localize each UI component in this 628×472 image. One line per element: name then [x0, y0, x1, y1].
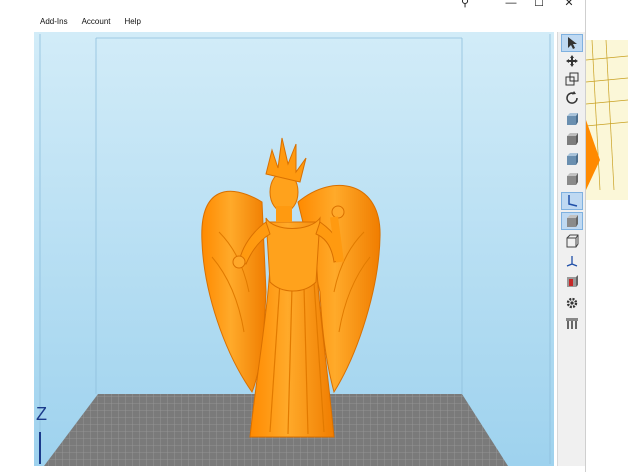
- rotate-tool[interactable]: [561, 89, 583, 107]
- statue-neck: [276, 206, 292, 222]
- cube-back-icon: [565, 132, 579, 146]
- cube-solid-icon: [565, 214, 579, 228]
- cube-front-icon: [565, 112, 579, 126]
- background-window-peek: [586, 40, 628, 200]
- scene-svg: Z: [34, 32, 554, 466]
- view-right-tool[interactable]: [561, 170, 583, 188]
- view-iso-tool[interactable]: [561, 192, 583, 210]
- z-axis-label: Z: [36, 404, 47, 424]
- window-border: [585, 0, 586, 472]
- select-tool[interactable]: [561, 34, 583, 52]
- 3d-viewport[interactable]: Z: [34, 32, 554, 466]
- axis-iso-icon: [565, 194, 579, 208]
- view-front-tool[interactable]: [561, 110, 583, 128]
- cube-left-icon: [565, 152, 579, 166]
- cube-wireframe-icon: [565, 234, 579, 248]
- title-bar: ⚲ — ☐ ✕: [0, 0, 588, 10]
- rotate-icon: [565, 91, 579, 105]
- axis-tool[interactable]: [561, 252, 583, 270]
- settings-tool[interactable]: [561, 294, 583, 312]
- axis-icon: [565, 254, 579, 268]
- scale-tool[interactable]: [561, 70, 583, 88]
- view-solid-tool[interactable]: [561, 212, 583, 230]
- supports-icon: [565, 316, 579, 330]
- scale-icon: [565, 72, 579, 86]
- maximize-button[interactable]: ☐: [524, 0, 554, 10]
- menu-account[interactable]: Account: [80, 15, 113, 28]
- supports-tool[interactable]: [561, 314, 583, 332]
- arrow-pointer-icon: [565, 36, 579, 50]
- statue-left-hand: [232, 255, 246, 269]
- close-button[interactable]: ✕: [554, 0, 584, 10]
- section-cube-icon: [565, 274, 579, 288]
- view-toolbar: [557, 32, 586, 466]
- move-tool[interactable]: [561, 52, 583, 70]
- pin-icon[interactable]: ⚲: [450, 0, 480, 10]
- section-tool[interactable]: [561, 272, 583, 290]
- menu-help[interactable]: Help: [122, 15, 142, 28]
- view-back-tool[interactable]: [561, 130, 583, 148]
- view-left-tool[interactable]: [561, 150, 583, 168]
- menu-bar: Add-Ins Account Help: [0, 10, 588, 32]
- cube-right-icon: [565, 172, 579, 186]
- move-arrows-icon: [565, 54, 579, 68]
- minimize-button[interactable]: —: [496, 0, 526, 10]
- statue-right-hand: [331, 205, 345, 219]
- menu-add-ins[interactable]: Add-Ins: [38, 15, 70, 28]
- statue-torso: [265, 216, 321, 292]
- gear-icon: [565, 296, 579, 310]
- view-wireframe-tool[interactable]: [561, 232, 583, 250]
